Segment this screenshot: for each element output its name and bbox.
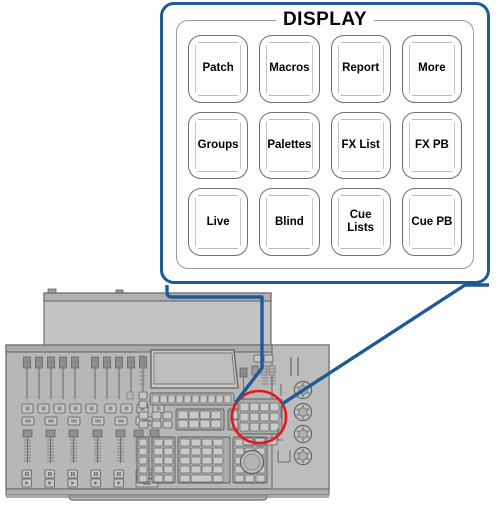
level-wheel <box>239 449 265 475</box>
console-wrist-rest <box>5 488 330 501</box>
display-key-label: Live <box>206 215 230 228</box>
display-title: DISPLAY <box>275 10 375 30</box>
key-bevel-right <box>454 45 455 93</box>
display-key-fx-pb[interactable]: FX PB <box>401 111 462 180</box>
key-bevel-left <box>195 121 196 170</box>
key-bevel-right <box>454 121 455 170</box>
display-key-blind[interactable]: Blind <box>259 188 320 256</box>
key-bevel-left <box>266 198 268 246</box>
display-key-label: Groups <box>197 138 239 151</box>
key-bevel-right <box>311 121 313 170</box>
display-key-label: Blind <box>275 215 304 228</box>
key-bevel-left <box>337 45 339 93</box>
key-bevel-right <box>240 121 242 170</box>
display-key-label: Macros <box>269 62 310 75</box>
key-bevel-right <box>382 45 384 93</box>
key-bevel-right <box>382 121 384 170</box>
key-bevel-right <box>382 198 384 246</box>
display-key-label: FX List <box>341 138 380 151</box>
display-fieldset: DISPLAY Patch Macros Report More Groups … <box>176 10 474 269</box>
key-bevel-right <box>311 45 313 93</box>
display-key-more[interactable]: More <box>401 35 462 103</box>
display-key-label: FX PB <box>414 138 449 151</box>
display-key-cue-lists[interactable]: Cue Lists <box>330 188 391 256</box>
display-key-palettes[interactable]: Palettes <box>259 111 320 180</box>
key-bevel-left <box>195 198 196 246</box>
key-bevel-left <box>337 198 339 246</box>
key-bevel-right <box>240 198 242 246</box>
display-key-grid: Patch Macros Report More Groups Palettes… <box>188 35 462 256</box>
display-key-label: More <box>418 62 446 75</box>
display-callout-panel: DISPLAY Patch Macros Report More Groups … <box>160 2 490 284</box>
display-key-label: Report <box>342 62 380 75</box>
display-key-label: Patch <box>202 62 234 75</box>
display-key-cue-pb[interactable]: Cue PB <box>401 188 462 256</box>
key-bevel-left <box>337 121 339 170</box>
key-bevel-left <box>408 198 410 246</box>
illustration-stage: DISPLAY Patch Macros Report More Groups … <box>0 0 500 512</box>
key-bevel-right <box>311 198 313 246</box>
key-bevel-right <box>454 198 455 246</box>
key-bevel-right <box>240 45 242 93</box>
console-lcd-display <box>150 349 239 389</box>
display-key-label: Cue Lists <box>347 209 375 235</box>
display-key-fx-list[interactable]: FX List <box>330 111 391 180</box>
display-key-label: Cue PB <box>411 215 453 228</box>
display-key-groups[interactable]: Groups <box>188 111 249 180</box>
display-key-patch[interactable]: Patch <box>188 35 249 103</box>
key-bevel-left <box>408 121 410 170</box>
display-key-report[interactable]: Report <box>330 35 391 103</box>
key-bevel-left <box>195 45 196 93</box>
key-bevel-left <box>408 45 410 93</box>
display-key-macros[interactable]: Macros <box>259 35 320 103</box>
display-key-live[interactable]: Live <box>188 188 249 256</box>
key-bevel-left <box>266 45 268 93</box>
display-key-label: Palettes <box>267 138 312 151</box>
